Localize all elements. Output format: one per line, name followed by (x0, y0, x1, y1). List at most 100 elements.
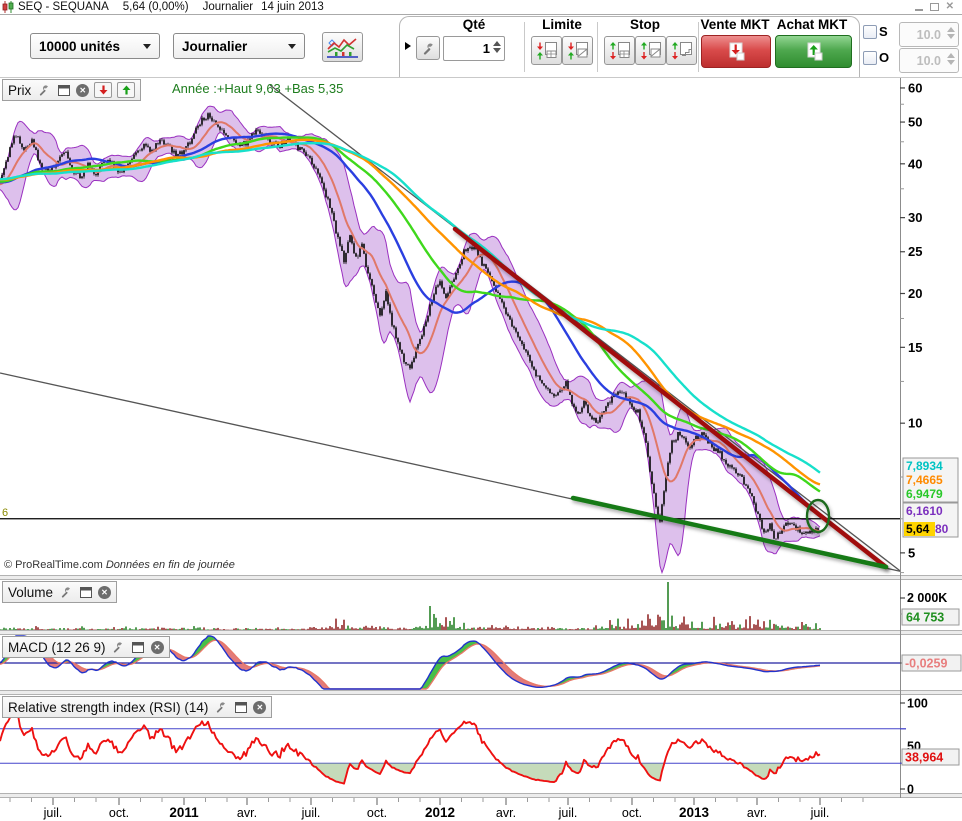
svg-text:38,964: 38,964 (905, 751, 943, 765)
svg-text:15: 15 (908, 340, 922, 355)
svg-text:0: 0 (907, 783, 914, 797)
close-icon[interactable] (151, 641, 164, 654)
svg-text:2 000K: 2 000K (907, 591, 947, 605)
svg-text:juil.: juil. (558, 806, 578, 820)
svg-text:oct.: oct. (367, 806, 387, 820)
limit-sell-buy-order-button[interactable] (531, 36, 562, 65)
limit-order-chart-button[interactable] (562, 36, 593, 65)
svg-text:2013: 2013 (679, 805, 710, 820)
symbol-name: SEQ - SEQUANA (18, 1, 109, 13)
s-value-input[interactable] (901, 24, 943, 45)
chevron-down-icon (143, 44, 151, 49)
window-icon[interactable] (131, 640, 146, 654)
last-price-change: 5,64 (0,00%) (123, 1, 189, 13)
close-icon[interactable] (76, 84, 89, 97)
collapse-arrow-icon[interactable] (405, 42, 411, 50)
svg-text:juil.: juil. (43, 806, 63, 820)
title-bar: SEQ - SEQUANA 5,64 (0,00%) Journalier 14… (0, 0, 962, 15)
svg-text:5: 5 (908, 545, 915, 560)
units-dropdown-value: 10000 unités (39, 39, 120, 54)
svg-text:25: 25 (908, 244, 922, 259)
svg-text:juil.: juil. (301, 806, 321, 820)
wrench-icon[interactable] (36, 83, 51, 97)
stop-s-checkbox[interactable] (863, 25, 877, 39)
s-label: S (879, 24, 888, 39)
svg-text:64 753: 64 753 (906, 611, 944, 625)
o-label: O (879, 50, 889, 65)
window-controls (915, 1, 954, 13)
svg-text:80: 80 (935, 522, 949, 536)
candlestick-icon (2, 1, 15, 13)
stop-order-button[interactable] (604, 36, 635, 65)
units-dropdown[interactable]: 10000 unités (30, 33, 160, 59)
window-icon[interactable] (233, 700, 248, 714)
timeframe-dropdown[interactable]: Journalier (173, 33, 305, 59)
end-of-day-note: Données en fin de journée (106, 559, 235, 571)
timeframe-dropdown-value: Journalier (182, 39, 247, 54)
toolbar: 10000 unités Journalier (0, 15, 962, 78)
svg-text:6: 6 (2, 507, 8, 519)
divider (597, 22, 598, 72)
svg-text:6,9479: 6,9479 (906, 487, 943, 501)
objective-o-checkbox[interactable] (863, 51, 877, 65)
wrench-icon[interactable] (111, 640, 126, 654)
timeframe-text: Journalier (203, 1, 254, 13)
buy-arrow-button[interactable] (117, 82, 135, 98)
svg-text:2012: 2012 (425, 805, 455, 820)
chart-type-icon (327, 36, 358, 58)
minimize-icon[interactable] (915, 9, 923, 11)
stop-order-diag-button[interactable] (635, 36, 666, 65)
price-panel-header: Prix (2, 79, 141, 101)
wrench-icon (422, 42, 435, 55)
macd-panel-title: MACD (12 26 9) (8, 640, 106, 655)
chart-type-button[interactable] (322, 32, 363, 62)
svg-text:60: 60 (908, 80, 922, 95)
o-spin-arrows[interactable] (947, 53, 955, 65)
svg-text:avr.: avr. (237, 806, 257, 820)
divider (524, 22, 525, 72)
maximize-icon[interactable] (930, 3, 939, 11)
quantity-label: Qté (463, 17, 486, 32)
window-icon[interactable] (78, 585, 93, 599)
window-icon[interactable] (56, 83, 71, 97)
yearly-high-low-annotation: Année :+Haut 9,63 +Bas 5,35 (172, 81, 343, 96)
quantity-spin-arrows[interactable] (493, 41, 501, 53)
o-value-stepper (899, 48, 959, 73)
stop-label: Stop (630, 17, 660, 32)
o-value-input[interactable] (901, 50, 943, 71)
trading-app-window: 6605040302520151057,89347,46656,94796,16… (0, 0, 962, 821)
svg-text:10: 10 (908, 416, 922, 431)
quantity-input[interactable] (444, 37, 492, 60)
volume-panel-header: Volume (2, 581, 117, 603)
date-text: 14 juin 2013 (261, 1, 324, 13)
buy-market-label: Achat MKT (777, 17, 848, 32)
s-spin-arrows[interactable] (947, 27, 955, 39)
rsi-panel-title: Relative strength index (RSI) (14) (8, 700, 208, 715)
window-close-icon[interactable] (946, 2, 954, 12)
close-icon[interactable] (98, 586, 111, 599)
buy-market-button[interactable] (775, 35, 852, 68)
wrench-icon[interactable] (213, 700, 228, 714)
limit-label: Limite (542, 17, 582, 32)
copyright-note: © ProRealTime.com Données en fin de jour… (4, 559, 235, 571)
stop-trailing-button[interactable] (666, 36, 697, 65)
svg-text:40: 40 (908, 156, 922, 171)
svg-text:avr.: avr. (747, 806, 767, 820)
chevron-down-icon (288, 44, 296, 49)
svg-text:7,4665: 7,4665 (906, 473, 943, 487)
svg-text:30: 30 (908, 210, 922, 225)
svg-text:-0,0259: -0,0259 (905, 657, 947, 671)
limit-order-icon (536, 41, 558, 61)
svg-text:2011: 2011 (169, 805, 199, 820)
stop-order-icon (609, 41, 631, 61)
wrench-icon[interactable] (58, 585, 73, 599)
close-icon[interactable] (253, 701, 266, 714)
limit-order-diag-icon (567, 41, 589, 61)
sell-market-button[interactable] (701, 35, 771, 68)
svg-text:6,1610: 6,1610 (906, 504, 943, 518)
sell-arrow-button[interactable] (94, 82, 112, 98)
svg-text:juil.: juil. (810, 806, 830, 820)
svg-text:50: 50 (908, 115, 922, 130)
sell-page-down-icon (723, 42, 749, 62)
settings-wrench-button[interactable] (416, 36, 440, 60)
